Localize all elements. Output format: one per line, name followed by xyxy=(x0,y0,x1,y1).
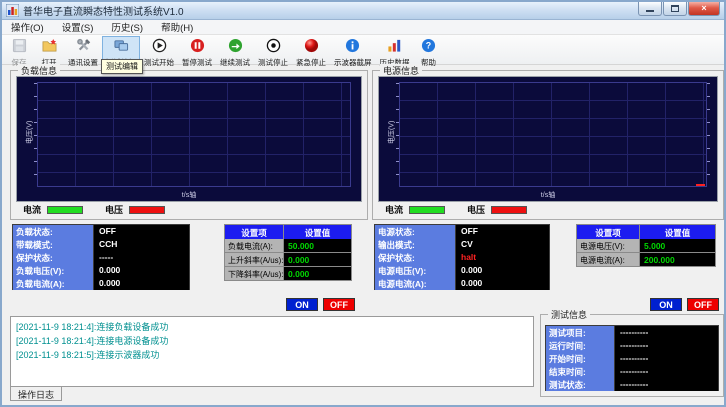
help-icon: ? xyxy=(421,38,436,58)
current-color-swatch xyxy=(409,206,445,214)
source-onoff-buttons: ON OFF xyxy=(650,298,719,311)
voltage-color-swatch xyxy=(129,206,165,214)
toolbar-test-stop-button[interactable]: 测试停止 xyxy=(254,36,292,64)
load-chart-xlabel: t/s轴 xyxy=(182,190,196,200)
menu-bar: 操作(O) 设置(S) 历史(S) 帮助(H) xyxy=(2,20,724,35)
table-row: 负载状态:OFF xyxy=(13,225,189,237)
toolbar-test-start-button[interactable]: 测试开始 xyxy=(140,36,178,64)
test-edit-tooltip: 测试编辑 xyxy=(101,59,143,74)
load-onoff-buttons: ON OFF xyxy=(286,298,355,311)
maximize-button[interactable] xyxy=(663,2,687,16)
table-row: 负载电流(A):0.000 xyxy=(13,277,189,289)
save-icon xyxy=(12,38,27,58)
current-color-swatch xyxy=(47,206,83,214)
source-chart-xlabel: t/s轴 xyxy=(541,190,555,200)
table-row: 负载电流(A):50.000 xyxy=(225,239,351,252)
close-button[interactable]: × xyxy=(688,2,720,16)
log-line: [2021-11-9 18:21:5]:连接示波器成功 xyxy=(16,348,528,362)
toolbar-history-data-button[interactable]: 历史数据 xyxy=(376,36,414,64)
load-chart-plot-area xyxy=(37,82,351,187)
load-off-button[interactable]: OFF xyxy=(323,298,355,311)
source-on-button[interactable]: ON xyxy=(650,298,682,311)
table-row: 开始时间:---------- xyxy=(546,352,718,364)
load-info-panel: 负载信息 电压(V) t/s轴 电流 电压 xyxy=(10,70,368,220)
app-icon xyxy=(6,4,19,17)
operation-log[interactable]: [2021-11-9 18:21:4]:连接负载设备成功 [2021-11-9 … xyxy=(10,316,534,387)
test-info-title: 测试信息 xyxy=(548,308,590,321)
load-chart-legend: 电流 电压 xyxy=(23,203,187,216)
source-chart: 电压(V) t/s轴 xyxy=(378,76,718,202)
source-status-table: 电源状态:OFF 输出模式:CV 保护状态:halt 电源电压(V):0.000… xyxy=(374,224,550,290)
table-row: 上升斜率(A/us):0.000 xyxy=(225,253,351,266)
table-header: 设置项设置值 xyxy=(577,225,715,238)
load-on-button[interactable]: ON xyxy=(286,298,318,311)
scope-screenshot-icon xyxy=(345,38,360,58)
current-legend-label: 电流 xyxy=(23,203,41,216)
table-row: 电源电压(V):0.000 xyxy=(375,264,549,276)
menu-help[interactable]: 帮助(H) xyxy=(152,20,202,34)
table-row: 测试状态:---------- xyxy=(546,378,718,390)
emergency-stop-icon xyxy=(304,38,319,58)
toolbar-help-button[interactable]: ? 帮助 xyxy=(414,36,444,64)
test-info-table: 测试项目:---------- 运行时间:---------- 开始时间:---… xyxy=(545,325,719,391)
window-controls: × xyxy=(637,2,720,16)
table-header: 设置项设置值 xyxy=(225,225,351,238)
load-chart: 电压(V) t/s轴 xyxy=(16,76,362,202)
voltage-legend-label: 电压 xyxy=(467,203,485,216)
load-settings-table: 设置项设置值 负载电流(A):50.000 上升斜率(A/us):0.000 下… xyxy=(224,224,352,281)
current-legend-label: 电流 xyxy=(385,203,403,216)
test-edit-icon xyxy=(114,38,129,58)
pause-test-icon xyxy=(190,38,205,58)
window-title: 普华电子直流瞬态特性测试系统V1.0 xyxy=(23,3,184,18)
source-info-panel: 电源信息 电压(V) t/s轴 电流 电压 xyxy=(372,70,724,220)
title-bar: 普华电子直流瞬态特性测试系统V1.0 × xyxy=(2,2,724,20)
table-row: 保护状态:----- xyxy=(13,251,189,263)
table-row: 下降斜率(A/us):0.000 xyxy=(225,267,351,280)
app-window: 普华电子直流瞬态特性测试系统V1.0 × 操作(O) 设置(S) 历史(S) 帮… xyxy=(0,0,726,407)
log-line: [2021-11-9 18:21:4]:连接电源设备成功 xyxy=(16,334,528,348)
test-stop-icon xyxy=(266,38,281,58)
table-row: 测试项目:---------- xyxy=(546,326,718,338)
operation-log-tab[interactable]: 操作日志 xyxy=(10,387,62,401)
load-status-table: 负载状态:OFF 带载模式:CCH 保护状态:----- 负载电压(V):0.0… xyxy=(12,224,190,290)
table-row: 结束时间:---------- xyxy=(546,365,718,377)
table-row: 电源电压(V):5.000 xyxy=(577,239,715,252)
toolbar-scope-screenshot-button[interactable]: 示波器截屏 xyxy=(330,36,376,64)
toolbar-pause-test-button[interactable]: 暂停测试 xyxy=(178,36,216,64)
source-chart-cursor-mark xyxy=(696,184,705,186)
voltage-legend-label: 电压 xyxy=(105,203,123,216)
menu-history[interactable]: 历史(S) xyxy=(102,20,152,34)
table-row: 运行时间:---------- xyxy=(546,339,718,351)
test-info-panel: 测试信息 测试项目:---------- 运行时间:---------- 开始时… xyxy=(540,314,724,397)
toolbar-comm-settings-button[interactable]: 通讯设置 xyxy=(64,36,102,64)
source-off-button[interactable]: OFF xyxy=(687,298,719,311)
history-data-icon xyxy=(387,38,402,58)
table-row: 电源电流(A):200.000 xyxy=(577,253,715,266)
table-row: 电源电流(A):0.000 xyxy=(375,277,549,289)
voltage-color-swatch xyxy=(491,206,527,214)
table-row: 电源状态:OFF xyxy=(375,225,549,237)
test-start-icon xyxy=(152,38,167,58)
table-row: 负载电压(V):0.000 xyxy=(13,264,189,276)
log-line: [2021-11-9 18:21:4]:连接负载设备成功 xyxy=(16,320,528,334)
toolbar-emergency-stop-button[interactable]: 紧急停止 xyxy=(292,36,330,64)
toolbar-resume-test-button[interactable]: 继续测试 xyxy=(216,36,254,64)
open-folder-icon xyxy=(42,38,57,58)
comm-settings-icon xyxy=(76,38,91,58)
table-row: 保护状态:halt xyxy=(375,251,549,263)
toolbar-open-button[interactable]: 打开 xyxy=(34,36,64,64)
source-chart-plot-area xyxy=(399,82,707,187)
source-settings-table: 设置项设置值 电源电压(V):5.000 电源电流(A):200.000 xyxy=(576,224,716,267)
table-row: 输出模式:CV xyxy=(375,238,549,250)
table-row: 带载模式:CCH xyxy=(13,238,189,250)
svg-text:?: ? xyxy=(426,41,431,51)
protection-status-value: halt xyxy=(456,251,549,264)
source-chart-legend: 电流 电压 xyxy=(385,203,549,216)
toolbar-save-button[interactable]: 保存 xyxy=(4,36,34,64)
menu-settings[interactable]: 设置(S) xyxy=(53,20,103,34)
resume-test-icon xyxy=(228,38,243,58)
menu-operate[interactable]: 操作(O) xyxy=(2,20,53,34)
minimize-button[interactable] xyxy=(638,2,662,16)
